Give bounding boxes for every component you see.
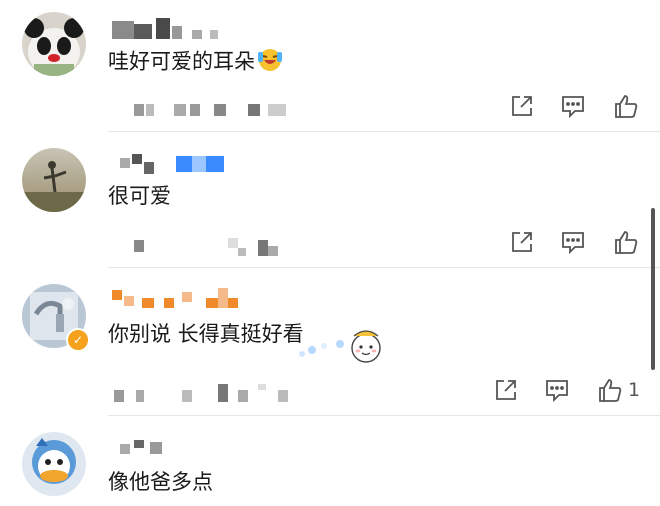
comment-meta-mosaic [108, 384, 308, 404]
reply-icon[interactable] [559, 92, 587, 120]
cute-character-sticker-icon [296, 324, 386, 372]
panda-avatar-icon[interactable] [22, 12, 86, 76]
like-icon[interactable] [612, 92, 640, 120]
username-mosaic[interactable] [120, 154, 240, 176]
laughing-crying-emoji-icon [257, 46, 283, 79]
duck-cartoon-avatar-icon[interactable] [22, 432, 86, 496]
comment-text-content: 很可爱 [108, 184, 171, 208]
share-icon[interactable] [492, 376, 520, 404]
comment-text: 很可爱 [108, 182, 171, 210]
reply-icon[interactable] [559, 228, 587, 256]
comment-meta-mosaic [108, 236, 308, 256]
comment-item: 哇好可爱的耳朵 [0, 0, 660, 132]
comment-text: 像他爸多点 [108, 468, 213, 496]
like-icon[interactable] [612, 228, 640, 256]
comment-text-content: 你别说 长得真挺好看 [108, 322, 304, 346]
like-icon[interactable] [596, 376, 624, 404]
comment-item: 很可爱 [0, 132, 660, 268]
username-mosaic[interactable] [112, 18, 222, 40]
verified-badge: ✓ [66, 328, 90, 352]
comment-text-content: 像他爸多点 [108, 470, 213, 494]
comment-text: 哇好可爱的耳朵 [108, 46, 283, 79]
comment-text-content: 哇好可爱的耳朵 [108, 49, 255, 74]
landscape-figure-avatar-icon[interactable] [22, 148, 86, 212]
comment-meta-mosaic [108, 100, 308, 120]
scrollbar[interactable] [651, 208, 655, 370]
username-mosaic[interactable] [112, 288, 242, 310]
like-count: 1 [628, 379, 641, 401]
reply-icon[interactable] [543, 376, 571, 404]
share-icon[interactable] [508, 92, 536, 120]
share-icon[interactable] [508, 228, 536, 256]
comment-item: 像他爸多点 [0, 416, 660, 506]
username-mosaic[interactable] [120, 438, 180, 460]
comment-text: 你别说 长得真挺好看 [108, 320, 304, 348]
comment-item: ✓ 你别说 长得真挺好看 1 [0, 268, 660, 416]
